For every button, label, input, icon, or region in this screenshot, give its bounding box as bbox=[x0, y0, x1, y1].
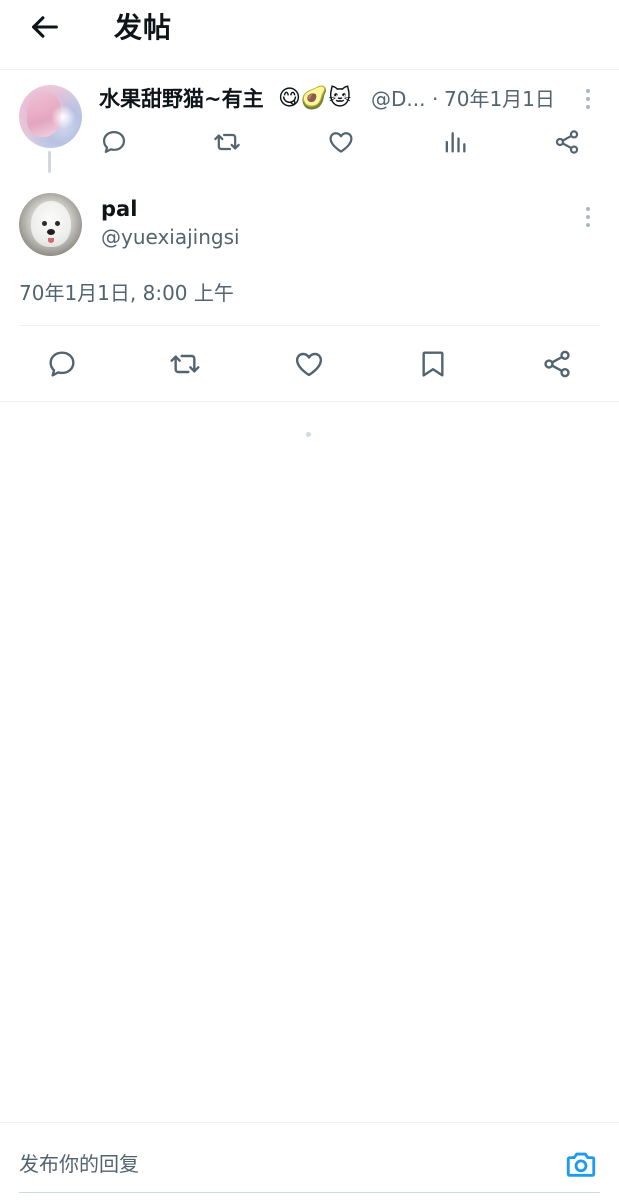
main-post-handle[interactable]: @yuexiajingsi bbox=[101, 222, 240, 252]
more-options-icon[interactable] bbox=[585, 207, 591, 229]
share-icon[interactable] bbox=[553, 128, 581, 156]
like-icon[interactable] bbox=[293, 348, 325, 380]
divider bbox=[19, 325, 600, 326]
views-icon[interactable] bbox=[441, 128, 469, 156]
parent-post-name-emojis: 😋🥑🐱 bbox=[278, 86, 352, 111]
main-post-display-name[interactable]: pal bbox=[101, 194, 137, 224]
avatar[interactable] bbox=[19, 193, 82, 256]
reply-icon[interactable] bbox=[46, 348, 78, 380]
post-timestamp[interactable]: 70年1月1日, 8:00 上午 bbox=[19, 278, 234, 308]
reply-input-underline bbox=[19, 1192, 600, 1193]
header-divider bbox=[0, 69, 619, 70]
like-icon[interactable] bbox=[327, 128, 355, 156]
separator-dot: · bbox=[432, 87, 439, 111]
top-app-bar: 发帖 bbox=[0, 0, 619, 70]
page-title: 发帖 bbox=[114, 11, 173, 44]
more-options-icon[interactable] bbox=[585, 89, 591, 111]
parent-post-date[interactable]: 70年1月1日 bbox=[444, 84, 555, 114]
loading-indicator bbox=[306, 432, 311, 437]
repost-icon[interactable] bbox=[213, 128, 241, 156]
share-icon[interactable] bbox=[541, 348, 573, 380]
arrow-left-icon[interactable] bbox=[28, 10, 62, 44]
reply-icon[interactable] bbox=[100, 128, 128, 156]
parent-post-display-name[interactable]: 水果甜野猫~有主 bbox=[99, 84, 264, 114]
reply-input[interactable] bbox=[19, 1147, 539, 1181]
repost-icon[interactable] bbox=[169, 348, 201, 380]
avatar[interactable] bbox=[19, 85, 82, 148]
divider bbox=[0, 401, 619, 402]
bookmark-icon[interactable] bbox=[417, 348, 449, 380]
parent-post-handle[interactable]: @D... bbox=[371, 84, 425, 114]
camera-icon[interactable] bbox=[564, 1147, 598, 1181]
thread-connector-line bbox=[48, 151, 51, 173]
